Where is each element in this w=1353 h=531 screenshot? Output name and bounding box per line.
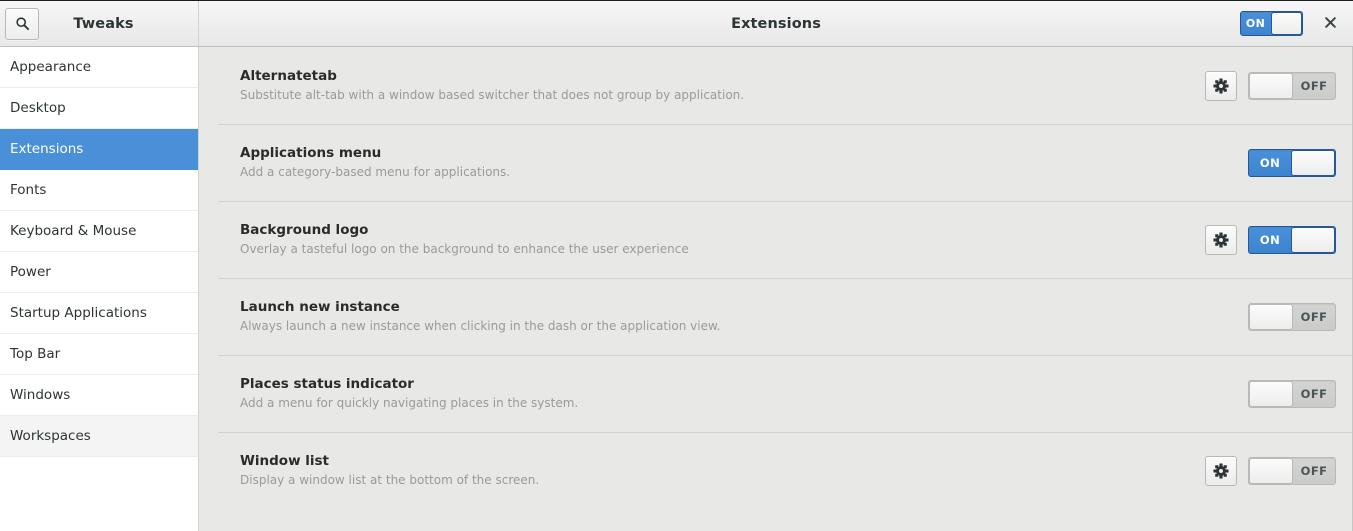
sidebar-item-label: Startup Applications bbox=[10, 305, 147, 321]
close-icon bbox=[1324, 16, 1336, 31]
sidebar-item-extensions[interactable]: Extensions bbox=[0, 129, 198, 170]
toggle-knob bbox=[1249, 303, 1293, 330]
extension-controls: OFF bbox=[1205, 70, 1336, 101]
sidebar-item-fonts[interactable]: Fonts bbox=[0, 170, 198, 211]
extension-text: Applications menu Add a category-based me… bbox=[240, 145, 1205, 180]
toggle-label: OFF bbox=[1300, 309, 1328, 324]
extension-toggle[interactable]: OFF bbox=[1248, 379, 1336, 408]
gear-icon bbox=[1213, 231, 1229, 248]
sidebar-item-windows[interactable]: Windows bbox=[0, 375, 198, 416]
extension-row: Alternatetab Substitute alt-tab with a wi… bbox=[199, 47, 1352, 124]
extension-text: Alternatetab Substitute alt-tab with a wi… bbox=[240, 68, 1205, 103]
sidebar: Appearance Desktop Extensions Fonts Keyboard… bbox=[0, 47, 199, 531]
extension-controls: OFF bbox=[1205, 379, 1336, 409]
extension-toggle[interactable]: OFF bbox=[1248, 302, 1336, 331]
extension-description: Display a window list at the bottom of t… bbox=[240, 472, 540, 487]
toggle-knob bbox=[1291, 226, 1335, 253]
header-right-section: Extensions ON bbox=[199, 1, 1353, 46]
settings-button-placeholder bbox=[1205, 302, 1237, 332]
gear-icon bbox=[1213, 462, 1229, 479]
extension-row: Launch new instance Always launch a new i… bbox=[199, 278, 1352, 355]
tweaks-window: Tweaks Extensions ON Appearance Desktop … bbox=[0, 0, 1353, 531]
sidebar-item-top-bar[interactable]: Top Bar bbox=[0, 334, 198, 375]
sidebar-item-label: Keyboard & Mouse bbox=[10, 223, 137, 239]
extension-controls: ON bbox=[1205, 224, 1336, 255]
app-title: Tweaks bbox=[73, 15, 134, 32]
toggle-knob bbox=[1249, 457, 1293, 484]
header-bar: Tweaks Extensions ON bbox=[0, 0, 1353, 47]
extension-description: Add a menu for quickly navigating places… bbox=[240, 395, 579, 410]
close-button[interactable] bbox=[1315, 9, 1345, 39]
global-extensions-toggle[interactable]: ON bbox=[1240, 11, 1303, 36]
toggle-label: ON bbox=[1259, 232, 1281, 247]
extension-description: Always launch a new instance when clicki… bbox=[240, 318, 721, 333]
toggle-label: ON bbox=[1245, 17, 1266, 30]
toggle-label: ON bbox=[1259, 155, 1281, 170]
extension-name: Window list bbox=[240, 453, 329, 470]
gear-icon bbox=[1213, 77, 1229, 94]
toggle-label: OFF bbox=[1300, 463, 1328, 478]
sidebar-item-label: Power bbox=[10, 264, 51, 280]
extension-controls: OFF bbox=[1205, 455, 1336, 486]
window-body: Appearance Desktop Extensions Fonts Keyboard… bbox=[0, 47, 1353, 531]
settings-button-placeholder bbox=[1205, 379, 1237, 409]
extension-description: Overlay a tasteful logo on the backgroun… bbox=[240, 241, 689, 256]
header-left-section: Tweaks bbox=[0, 1, 199, 46]
extension-controls: OFF bbox=[1205, 302, 1336, 332]
settings-button-placeholder bbox=[1205, 148, 1237, 178]
extension-name: Alternatetab bbox=[240, 68, 337, 85]
page-title: Extensions bbox=[731, 15, 821, 32]
toggle-label: OFF bbox=[1300, 386, 1328, 401]
sidebar-item-label: Fonts bbox=[10, 182, 47, 198]
content-area: Alternatetab Substitute alt-tab with a wi… bbox=[199, 47, 1353, 531]
sidebar-item-appearance[interactable]: Appearance bbox=[0, 47, 198, 88]
sidebar-item-label: Extensions bbox=[10, 141, 84, 157]
sidebar-item-label: Workspaces bbox=[10, 428, 91, 444]
extension-row: Applications menu Add a category-based me… bbox=[199, 124, 1352, 201]
extension-settings-button[interactable] bbox=[1205, 455, 1237, 486]
extension-row: Window list Display a window list at the … bbox=[199, 432, 1352, 509]
sidebar-item-keyboard-mouse[interactable]: Keyboard & Mouse bbox=[0, 211, 198, 252]
extension-name: Launch new instance bbox=[240, 299, 400, 316]
extension-description: Add a category-based menu for applicatio… bbox=[240, 164, 511, 179]
extensions-list: Alternatetab Substitute alt-tab with a wi… bbox=[199, 47, 1352, 509]
extension-name: Background logo bbox=[240, 222, 369, 239]
extension-toggle[interactable]: ON bbox=[1248, 225, 1336, 254]
sidebar-item-label: Windows bbox=[10, 387, 71, 403]
extension-row: Places status indicator Add a menu for qu… bbox=[199, 355, 1352, 432]
extension-toggle[interactable]: OFF bbox=[1248, 456, 1336, 485]
toggle-knob bbox=[1291, 149, 1335, 176]
sidebar-item-desktop[interactable]: Desktop bbox=[0, 88, 198, 129]
extension-description: Substitute alt-tab with a window based s… bbox=[240, 87, 745, 102]
sidebar-item-label: Top Bar bbox=[10, 346, 61, 362]
sidebar-item-label: Appearance bbox=[10, 59, 92, 75]
extension-settings-button[interactable] bbox=[1205, 224, 1237, 255]
sidebar-item-label: Desktop bbox=[10, 100, 66, 116]
sidebar-item-startup-applications[interactable]: Startup Applications bbox=[0, 293, 198, 334]
extension-name: Applications menu bbox=[240, 145, 382, 162]
toggle-knob bbox=[1271, 12, 1302, 35]
header-controls: ON bbox=[1240, 9, 1353, 39]
search-button[interactable] bbox=[5, 7, 39, 40]
extension-text: Places status indicator Add a menu for qu… bbox=[240, 376, 1205, 411]
toggle-label: OFF bbox=[1300, 78, 1328, 93]
sidebar-item-workspaces[interactable]: Workspaces bbox=[0, 416, 198, 457]
extension-text: Launch new instance Always launch a new i… bbox=[240, 299, 1205, 334]
extension-text: Window list Display a window list at the … bbox=[240, 453, 1205, 488]
toggle-knob bbox=[1249, 72, 1293, 99]
extension-toggle[interactable]: OFF bbox=[1248, 71, 1336, 100]
extension-toggle[interactable]: ON bbox=[1248, 148, 1336, 177]
extension-name: Places status indicator bbox=[240, 376, 414, 393]
extension-controls: ON bbox=[1205, 148, 1336, 178]
extension-settings-button[interactable] bbox=[1205, 70, 1237, 101]
toggle-knob bbox=[1249, 380, 1293, 407]
search-icon bbox=[15, 16, 30, 31]
extension-text: Background logo Overlay a tasteful logo o… bbox=[240, 222, 1205, 257]
extension-row: Background logo Overlay a tasteful logo o… bbox=[199, 201, 1352, 278]
sidebar-item-power[interactable]: Power bbox=[0, 252, 198, 293]
